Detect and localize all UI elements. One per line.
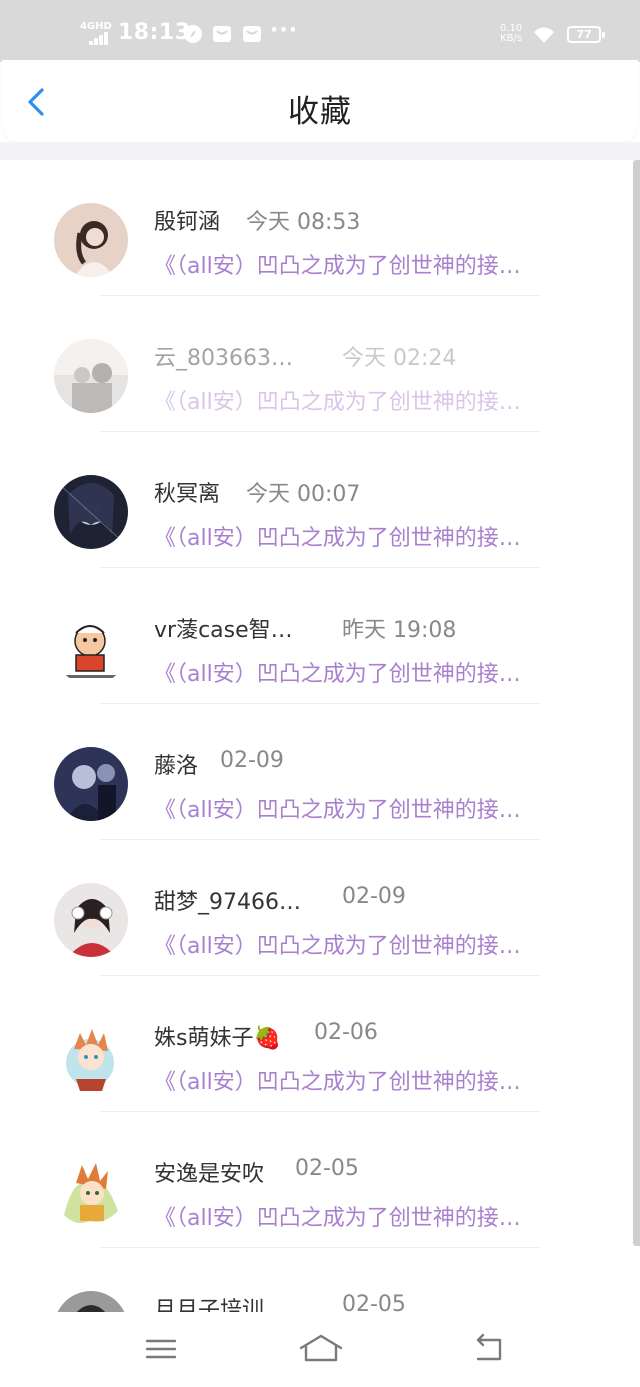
item-name: vr蓤case智… <box>154 618 293 643</box>
avatar[interactable] <box>54 883 128 957</box>
message-icon <box>213 26 231 42</box>
list-item[interactable]: 云_803663… 今天 02:24 《（all安）凹凸之成为了创世神的接… <box>0 296 630 432</box>
avatar[interactable] <box>54 747 128 821</box>
signal-icon <box>89 32 113 45</box>
avatar[interactable] <box>54 203 128 277</box>
item-preview: 《（all安）凹凸之成为了创世神的接… <box>154 526 521 551</box>
avatar[interactable] <box>54 611 128 685</box>
more-notifications-icon: ··· <box>270 18 299 43</box>
header-divider <box>0 142 640 160</box>
item-name: 殷钶涵 <box>154 210 221 235</box>
item-time: 02-06 <box>314 1020 378 1045</box>
item-name: 云_803663… <box>154 346 293 371</box>
home-icon[interactable] <box>298 1332 344 1366</box>
battery-icon: 77 <box>567 26 605 43</box>
item-time: 今天 08:53 <box>246 210 361 235</box>
message-icon-2 <box>243 26 261 42</box>
list-item[interactable]: 藤洛 02-09 《（all安）凹凸之成为了创世神的接… <box>0 704 630 840</box>
list-item[interactable]: 月月子培训… 02-05 <box>0 1248 630 1312</box>
system-nav-bar <box>0 1312 640 1387</box>
item-name: 藤洛 <box>154 754 199 779</box>
item-time: 02-09 <box>220 748 284 773</box>
item-name: 月月子培训… <box>154 1298 287 1312</box>
item-time: 02-09 <box>342 884 406 909</box>
back-icon[interactable] <box>468 1332 508 1366</box>
compass-icon <box>184 25 202 43</box>
item-preview: 《（all安）凹凸之成为了创世神的接… <box>154 662 521 687</box>
item-time: 昨天 19:08 <box>342 618 457 643</box>
item-preview: 《（all安）凹凸之成为了创世神的接… <box>154 1206 521 1231</box>
list-item[interactable]: 甜梦_97466… 02-09 《（all安）凹凸之成为了创世神的接… <box>0 840 630 976</box>
page-title: 收藏 <box>288 94 352 130</box>
list-item[interactable]: 安逸是安吹 02-05 《（all安）凹凸之成为了创世神的接… <box>0 1112 630 1248</box>
app-header: 收藏 <box>2 60 638 142</box>
avatar[interactable] <box>54 475 128 549</box>
status-bar: 4GHD 18:13 ··· 0.10 KB/s 77 <box>0 0 640 62</box>
avatar[interactable] <box>54 339 128 413</box>
network-speed: 0.10 KB/s <box>500 23 523 44</box>
list-scrollbar[interactable] <box>633 160 640 1246</box>
network-type: 4GHD <box>80 21 112 32</box>
item-preview: 《（all安）凹凸之成为了创世神的接… <box>154 390 521 415</box>
list-item[interactable]: 姝s萌妹子🍓 02-06 《（all安）凹凸之成为了创世神的接… <box>0 976 630 1112</box>
item-time: 今天 02:24 <box>342 346 457 371</box>
item-preview: 《（all安）凹凸之成为了创世神的接… <box>154 254 521 279</box>
item-time: 今天 00:07 <box>246 482 361 507</box>
item-preview: 《（all安）凹凸之成为了创世神的接… <box>154 934 521 959</box>
item-name: 秋冥离 <box>154 482 221 507</box>
wifi-icon <box>534 27 554 43</box>
item-time: 02-05 <box>295 1156 359 1181</box>
avatar[interactable] <box>54 1291 128 1312</box>
item-name: 安逸是安吹 <box>154 1162 265 1187</box>
status-time: 18:13 <box>118 20 191 45</box>
item-preview: 《（all安）凹凸之成为了创世神的接… <box>154 1070 521 1095</box>
item-preview: 《（all安）凹凸之成为了创世神的接… <box>154 798 521 823</box>
item-name: 姝s萌妹子🍓 <box>154 1026 281 1051</box>
favorites-list[interactable]: 殷钶涵 今天 08:53 《（all安）凹凸之成为了创世神的接… 云_80366… <box>0 160 640 1312</box>
menu-icon[interactable] <box>141 1332 181 1366</box>
item-name: 甜梦_97466… <box>154 890 301 915</box>
list-item[interactable]: vr蓤case智… 昨天 19:08 《（all安）凹凸之成为了创世神的接… <box>0 568 630 704</box>
list-item[interactable]: 秋冥离 今天 00:07 《（all安）凹凸之成为了创世神的接… <box>0 432 630 568</box>
avatar[interactable] <box>54 1155 128 1229</box>
item-time: 02-05 <box>342 1292 406 1312</box>
avatar[interactable] <box>54 1019 128 1093</box>
list-item[interactable]: 殷钶涵 今天 08:53 《（all安）凹凸之成为了创世神的接… <box>0 160 630 296</box>
